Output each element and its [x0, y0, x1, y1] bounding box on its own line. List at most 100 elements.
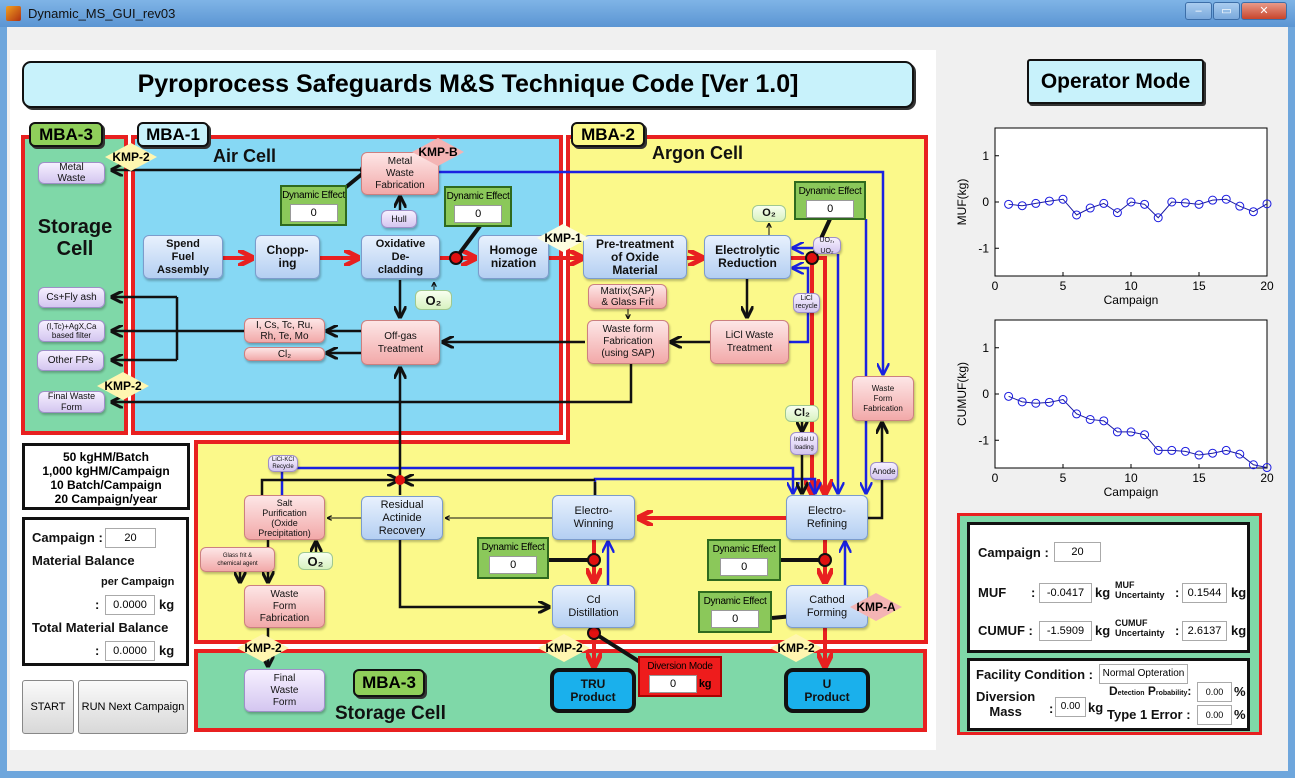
- detection-rest: etection: [1117, 690, 1145, 697]
- metal-waste-storage[interactable]: Metal Waste: [38, 162, 105, 184]
- muf-uncertainty-label-1: MUF: [1115, 580, 1135, 590]
- y-tick-label: -1: [978, 433, 989, 447]
- x-tick-label: 15: [1192, 471, 1206, 485]
- campaign-label: Campaign :: [32, 530, 103, 545]
- mba3-label: MBA-3: [29, 122, 103, 147]
- cumuf-uncertainty-field[interactable]: 2.6137: [1182, 621, 1227, 641]
- matrix-glass-frit-node: Matrix(SAP) & Glass Frit: [588, 284, 667, 309]
- cumuf-field[interactable]: -1.5909: [1039, 621, 1092, 641]
- diversion-mode-input[interactable]: 0: [648, 675, 697, 693]
- y-tick-label: -1: [978, 241, 989, 255]
- percent-unit: %: [1234, 707, 1246, 722]
- x-axis-label: Campaign: [1104, 293, 1159, 307]
- pretreatment-node[interactable]: Pre-treatment of Oxide Material: [583, 235, 687, 279]
- chopping-node[interactable]: Chopp- ing: [255, 235, 320, 279]
- dynamic-effect-cathode: Dynamic Effect 0: [698, 591, 772, 633]
- muf-chart: 0 5 10 15 2010-1CampaignMUF(kg): [955, 127, 1274, 307]
- dynamic-effect-decladding-input[interactable]: 0: [454, 205, 502, 223]
- plot-area: [994, 319, 1268, 469]
- type1-error-label: Type 1 Error :: [1107, 707, 1191, 722]
- unit-kg: kg: [1231, 623, 1247, 638]
- storage-cell-label: Storage Cell: [37, 216, 113, 260]
- final-waste-form-node[interactable]: Final Waste Form: [244, 669, 325, 712]
- fission-gases-node: I, Cs, Tc, Ru, Rh, Te, Mo: [244, 318, 325, 343]
- colon: :: [1049, 701, 1054, 716]
- colon: :: [1187, 684, 1192, 698]
- electro-winning-node[interactable]: Electro- Winning: [552, 495, 635, 540]
- muf-field[interactable]: -0.0417: [1039, 583, 1092, 603]
- muf-uncertainty-field[interactable]: 0.1544: [1182, 583, 1227, 603]
- cumuf-uncertainty-label: CUMUF Uncertainty: [1115, 618, 1165, 638]
- x-tick-label: 10: [1124, 279, 1138, 293]
- dynamic-effect-label: Dynamic Effect: [446, 191, 510, 202]
- cumuf-uncertainty-label-1: CUMUF: [1115, 618, 1148, 628]
- dynamic-effect-electrolytic-input[interactable]: 0: [806, 200, 854, 218]
- run-next-campaign-button[interactable]: RUN Next Campaign: [78, 680, 188, 734]
- colon: :: [95, 597, 100, 612]
- diversion-mode-box: Diversion Mode 0 kg: [638, 656, 722, 697]
- total-material-balance-field[interactable]: 0.0000: [105, 641, 155, 661]
- x-tick-label: 0: [992, 471, 999, 485]
- facility-condition-field[interactable]: Normal Opteration: [1099, 664, 1188, 684]
- start-button[interactable]: START: [22, 680, 74, 734]
- dynamic-effect-electro-winning-input[interactable]: 0: [489, 556, 537, 574]
- detection-d: D: [1109, 684, 1118, 698]
- dynamic-effect-metal-waste-input[interactable]: 0: [289, 204, 338, 222]
- final-waste-form-storage[interactable]: Final Waste Form: [38, 391, 105, 413]
- cd-distillation-node[interactable]: Cd Distillation: [552, 585, 635, 628]
- diversion-mass-field[interactable]: 0.00: [1055, 697, 1086, 717]
- x-tick-label: 20: [1260, 471, 1274, 485]
- dynamic-effect-label: Dynamic Effect: [481, 542, 545, 553]
- waste-form-fabrication-sap-node[interactable]: Waste form Fabrication (using SAP): [587, 320, 669, 364]
- dynamic-effect-electro-winning: Dynamic Effect 0: [477, 537, 549, 579]
- batch-info-line: 10 Batch/Campaign: [50, 478, 162, 492]
- homogenization-node[interactable]: Homoge nization: [478, 235, 549, 279]
- filter-storage[interactable]: (I,Tc)+AgX,Ca based filter: [38, 320, 105, 342]
- residual-actinide-recovery-node[interactable]: Residual Actinide Recovery: [361, 496, 443, 540]
- dynamic-effect-electrolytic: Dynamic Effect 0: [794, 181, 866, 220]
- o2-input-lower: O₂: [298, 552, 333, 570]
- batch-info-box: 50 kgHM/Batch 1,000 kgHM/Campaign 10 Bat…: [22, 443, 190, 510]
- unit-kg: kg: [1231, 585, 1247, 600]
- campaign-field[interactable]: 20: [105, 528, 156, 548]
- percent-unit: %: [1234, 684, 1246, 699]
- muf-uncertainty-label-2: Uncertainty: [1115, 590, 1165, 600]
- x-tick-label: 5: [1060, 279, 1067, 293]
- mba2-label: MBA-2: [571, 122, 645, 147]
- diversion-mass-label: Diversion Mass: [976, 689, 1036, 719]
- other-fps-storage[interactable]: Other FPs: [37, 350, 104, 371]
- x-tick-label: 10: [1124, 471, 1138, 485]
- dynamic-effect-electro-refining-input[interactable]: 0: [720, 558, 768, 576]
- dynamic-effect-electro-refining: Dynamic Effect 0: [707, 539, 781, 581]
- waste-form-fabrication-node[interactable]: Waste Form Fabrication: [244, 585, 325, 628]
- diversion-mode-unit: kg: [698, 678, 712, 690]
- electro-refining-node[interactable]: Electro- Refining: [786, 495, 868, 540]
- spend-fuel-assembly-node[interactable]: Spend Fuel Assembly: [143, 235, 223, 279]
- oxidative-decladding-node[interactable]: Oxidative De- cladding: [361, 235, 440, 279]
- dynamic-effect-metal-waste: Dynamic Effect 0: [280, 185, 347, 226]
- facility-condition-label: Facility Condition :: [976, 667, 1093, 682]
- detection-probability-field[interactable]: 0.00: [1197, 682, 1232, 702]
- licl-waste-treatment-node[interactable]: LiCl Waste Treatment: [710, 320, 789, 364]
- detection-probability-label: Detection Probability:: [1109, 684, 1191, 698]
- salt-purification-node[interactable]: Salt Purification (Oxide Precipitation): [244, 495, 325, 540]
- colon: :: [95, 643, 100, 658]
- tru-product-node[interactable]: TRU Product: [550, 668, 636, 713]
- cs-fly-ash-storage[interactable]: Cs+Fly ash: [38, 287, 105, 308]
- waste-form-fabrication-right-node[interactable]: Waste Form Fabrication: [852, 376, 914, 421]
- type1-error-field[interactable]: 0.00: [1197, 705, 1232, 725]
- electrolytic-reduction-node[interactable]: Electrolytic Reduction: [704, 235, 791, 279]
- dynamic-effect-cathode-input[interactable]: 0: [711, 610, 759, 628]
- y-axis-label: CUMUF(kg): [955, 362, 969, 426]
- results-campaign-field[interactable]: 20: [1054, 542, 1101, 562]
- u-product-node[interactable]: U Product: [784, 668, 870, 713]
- o2-output-argon: O₂: [752, 205, 786, 222]
- unit-kg: kg: [1088, 700, 1104, 715]
- offgas-treatment-node[interactable]: Off-gas Treatment: [361, 320, 440, 365]
- cl2-input-argon: Cl₂: [785, 405, 819, 422]
- mba3-bottom-label: MBA-3: [353, 669, 425, 697]
- dynamic-effect-decladding: Dynamic Effect 0: [444, 186, 512, 227]
- material-balance-field[interactable]: 0.0000: [105, 595, 155, 615]
- unit-kg: kg: [1095, 623, 1111, 638]
- probability-rest: robability: [1155, 690, 1188, 697]
